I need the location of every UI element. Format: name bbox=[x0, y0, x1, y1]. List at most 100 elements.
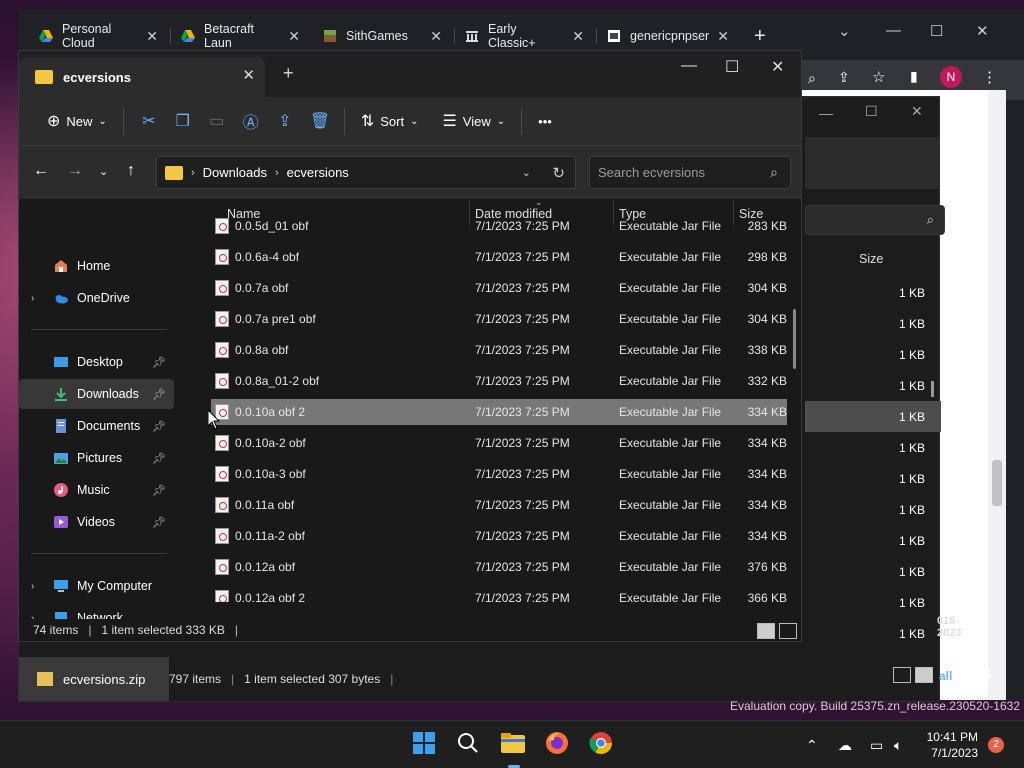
search-input[interactable]: ⌕ bbox=[805, 205, 945, 235]
star-icon[interactable]: ☆ bbox=[872, 68, 885, 86]
chevron-right-icon[interactable]: › bbox=[31, 293, 34, 304]
new-button[interactable]: ⊕ New ⌄ bbox=[39, 105, 115, 137]
download-item[interactable]: ecversions.zip bbox=[19, 657, 169, 701]
file-row[interactable]: 0.0.11a-2 obf 7/1/2023 7:25 PM Executable … bbox=[211, 523, 787, 549]
profile-avatar[interactable]: N bbox=[940, 66, 962, 88]
chrome-taskbar-button[interactable] bbox=[588, 731, 614, 757]
new-tab-button[interactable]: + bbox=[744, 22, 774, 50]
close-icon[interactable]: ✕ bbox=[980, 664, 993, 684]
file-row[interactable]: 1 KB bbox=[805, 339, 941, 370]
file-row[interactable]: 1 KB bbox=[805, 494, 941, 525]
pin-icon[interactable]: 📌︎ bbox=[152, 452, 166, 465]
cloud-off-icon[interactable]: ☁ bbox=[838, 737, 852, 754]
close-icon[interactable]: ✕ bbox=[911, 103, 923, 120]
breadcrumb-ecversions[interactable]: ecversions bbox=[287, 165, 349, 180]
file-explorer-taskbar-button[interactable] bbox=[500, 731, 526, 757]
pin-icon[interactable]: 📌︎ bbox=[152, 484, 166, 497]
start-button[interactable] bbox=[411, 731, 437, 757]
close-icon[interactable]: ✕ bbox=[976, 22, 989, 40]
search-input[interactable]: Search ecversions ⌕ bbox=[589, 156, 791, 189]
pin-icon[interactable]: 📌︎ bbox=[152, 516, 166, 529]
details-view-icon[interactable] bbox=[893, 667, 911, 683]
chevron-right-icon[interactable]: › bbox=[31, 581, 34, 592]
notification-badge[interactable]: 2 bbox=[988, 737, 1004, 753]
close-icon[interactable]: ✕ bbox=[242, 66, 255, 84]
minimize-icon[interactable]: — bbox=[886, 22, 901, 39]
back-arrow-icon[interactable]: ← bbox=[33, 162, 49, 180]
browser-tab-1[interactable]: Personal Cloud ✕ bbox=[28, 22, 168, 50]
search-icon[interactable]: ⌕ bbox=[808, 70, 816, 87]
file-row[interactable]: 0.0.10a-2 obf 7/1/2023 7:25 PM Executable … bbox=[211, 430, 787, 456]
copy-button[interactable]: ❐ bbox=[166, 105, 200, 137]
file-row[interactable]: 1 KB bbox=[805, 463, 941, 494]
explorer-tab[interactable]: ecversions ✕ bbox=[19, 57, 265, 97]
sidebar-item-my-computer[interactable]: › My Computer bbox=[19, 571, 174, 601]
file-row[interactable]: 0.0.5d_01 obf 7/1/2023 7:25 PM Executable … bbox=[211, 217, 787, 239]
show-all-link[interactable]: all bbox=[939, 669, 952, 683]
file-row[interactable]: 1 KB bbox=[805, 525, 941, 556]
column-header-size[interactable]: Size bbox=[859, 252, 883, 266]
clock[interactable]: 10:41 PM 7/1/2023 bbox=[918, 729, 978, 761]
maximize-icon[interactable]: ☐ bbox=[930, 22, 943, 40]
tiles-view-icon[interactable] bbox=[779, 623, 797, 639]
delete-button[interactable]: 🗑︎ bbox=[302, 105, 336, 137]
browser-tab-2[interactable]: Betacraft Laun ✕ bbox=[170, 22, 310, 50]
view-button[interactable]: ☰ View ⌄ bbox=[434, 105, 513, 137]
file-row[interactable]: 0.0.8a obf 7/1/2023 7:25 PM Executable Jar… bbox=[211, 337, 787, 363]
file-row[interactable]: 0.0.10a-3 obf 7/1/2023 7:25 PM Executable … bbox=[211, 461, 787, 487]
file-row[interactable]: 0.0.10a obf 2 7/1/2023 7:25 PM Executable … bbox=[211, 399, 787, 425]
sort-button[interactable]: ⇅ Sort ⌄ bbox=[353, 105, 427, 137]
vertical-scrollbar[interactable] bbox=[793, 309, 796, 369]
file-row[interactable]: 1 KB bbox=[805, 277, 941, 308]
sidebar-item-desktop[interactable]: Desktop 📌︎ bbox=[19, 347, 174, 377]
chevron-down-icon[interactable]: ⌄ bbox=[522, 166, 531, 179]
pin-icon[interactable]: 📌︎ bbox=[152, 388, 166, 401]
close-icon[interactable]: ✕ bbox=[717, 28, 729, 45]
chevron-up-icon[interactable]: ⌃ bbox=[806, 737, 818, 754]
file-row[interactable]: 1 KB bbox=[805, 432, 941, 463]
address-bar[interactable]: › Downloads › ecversions ⌄ ↻ bbox=[156, 156, 576, 189]
close-icon[interactable]: ✕ bbox=[430, 28, 442, 45]
rename-button[interactable]: Ⓐ bbox=[234, 105, 268, 137]
search-button[interactable] bbox=[455, 731, 481, 757]
file-row[interactable]: 0.0.7a obf 7/1/2023 7:25 PM Executable Jar… bbox=[211, 275, 787, 301]
close-icon[interactable]: ✕ bbox=[146, 28, 158, 45]
file-row[interactable]: 0.0.7a pre1 obf 7/1/2023 7:25 PM Executabl… bbox=[211, 306, 787, 332]
file-row[interactable]: 0.0.12a obf 7/1/2023 7:25 PM Executable Ja… bbox=[211, 554, 787, 580]
file-row[interactable]: 0.0.8a_01-2 obf 7/1/2023 7:25 PM Executabl… bbox=[211, 368, 787, 394]
sidebar-item-pictures[interactable]: Pictures 📌︎ bbox=[19, 443, 174, 473]
sidebar-icon[interactable]: ▮ bbox=[910, 68, 918, 85]
close-icon[interactable]: ✕ bbox=[771, 57, 784, 77]
browser-tab-5[interactable]: genericpnpser ✕ bbox=[596, 22, 736, 50]
recent-locations-icon[interactable]: ⌄ bbox=[99, 165, 108, 178]
share-icon[interactable]: ⇪ bbox=[838, 69, 850, 86]
browser-tab-4[interactable]: Early Classic+ ✕ bbox=[454, 22, 594, 50]
file-row[interactable]: 1 KB bbox=[805, 587, 941, 618]
menu-icon[interactable]: ⋮ bbox=[982, 68, 997, 86]
tiles-view-icon[interactable] bbox=[915, 667, 933, 683]
forward-arrow-icon[interactable]: → bbox=[67, 162, 83, 180]
chevron-down-icon[interactable]: ⌄ bbox=[838, 22, 851, 40]
minimize-icon[interactable]: — bbox=[819, 105, 833, 121]
minimize-icon[interactable]: — bbox=[681, 57, 697, 75]
file-row[interactable]: 0.0.11a obf 7/1/2023 7:25 PM Executable Ja… bbox=[211, 492, 787, 518]
share-button[interactable]: ⇪ bbox=[268, 105, 302, 137]
maximize-icon[interactable]: ☐ bbox=[725, 57, 739, 77]
close-icon[interactable]: ✕ bbox=[288, 28, 300, 45]
file-row[interactable]: 1 KB bbox=[805, 618, 941, 649]
cut-button[interactable]: ✂ bbox=[132, 105, 166, 137]
scroll-thumb[interactable] bbox=[931, 381, 934, 397]
refresh-icon[interactable]: ↻ bbox=[552, 164, 565, 182]
scroll-thumb[interactable] bbox=[992, 460, 1002, 506]
more-options-button[interactable]: ••• bbox=[530, 105, 560, 137]
file-row[interactable]: 1 KB bbox=[805, 308, 941, 339]
file-row[interactable]: 1 KB bbox=[805, 401, 941, 432]
maximize-icon[interactable]: ☐ bbox=[865, 103, 878, 120]
browser-tab-3[interactable]: SithGames ✕ bbox=[312, 22, 452, 50]
chrome-scrollbar[interactable] bbox=[988, 90, 1006, 700]
file-row[interactable]: 1 KB bbox=[805, 370, 941, 401]
file-row[interactable]: 0.0.6a-4 obf 7/1/2023 7:25 PM Executable J… bbox=[211, 244, 787, 270]
sidebar-item-onedrive[interactable]: › OneDrive bbox=[19, 283, 174, 313]
sidebar-item-music[interactable]: Music 📌︎ bbox=[19, 475, 174, 505]
firefox-taskbar-button[interactable] bbox=[544, 731, 570, 757]
